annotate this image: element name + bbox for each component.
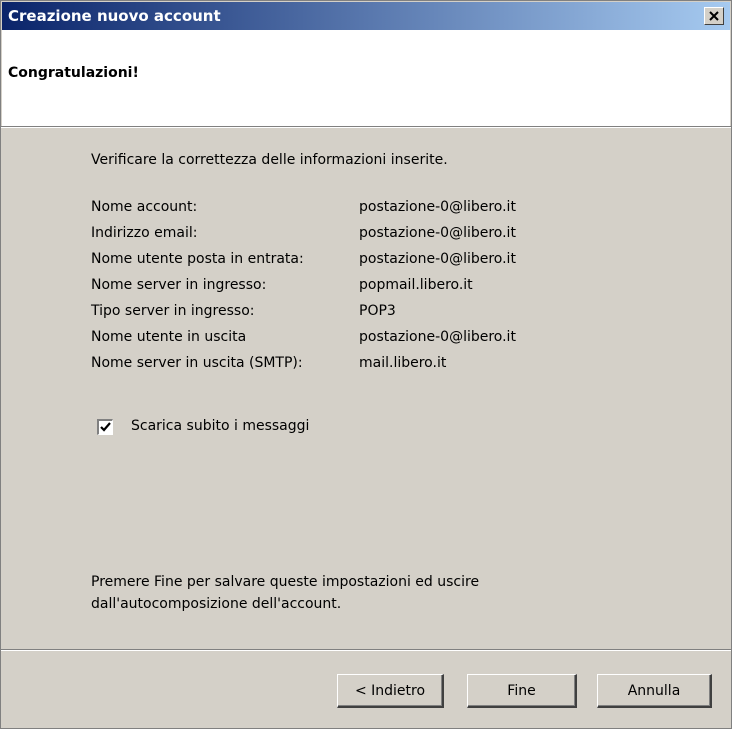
close-button[interactable] <box>704 7 724 25</box>
info-label: Indirizzo email: <box>91 225 198 241</box>
title-bar[interactable]: Creazione nuovo account <box>2 2 730 30</box>
info-value: mail.libero.it <box>359 355 447 371</box>
close-icon <box>709 11 719 21</box>
intro-text: Verificare la correttezza delle informaz… <box>91 152 448 168</box>
info-label: Nome server in ingresso: <box>91 277 267 293</box>
info-label: Tipo server in ingresso: <box>91 303 255 319</box>
header-divider-highlight <box>1 127 731 128</box>
info-value: postazione-0@libero.it <box>359 251 516 267</box>
download-messages-label[interactable]: Scarica subito i messaggi <box>131 418 309 434</box>
cancel-button[interactable]: Annulla <box>597 674 712 708</box>
info-label: Nome utente posta in entrata: <box>91 251 304 267</box>
download-messages-checkbox[interactable] <box>97 419 113 435</box>
new-account-dialog: Creazione nuovo account Congratulazioni!… <box>0 0 732 729</box>
checkmark-icon <box>100 422 111 432</box>
info-value: postazione-0@libero.it <box>359 199 516 215</box>
wizard-header: Congratulazioni! <box>2 30 730 126</box>
info-value: POP3 <box>359 303 396 319</box>
info-value: postazione-0@libero.it <box>359 329 516 345</box>
info-label: Nome server in uscita (SMTP): <box>91 355 303 371</box>
footer-divider-highlight <box>1 650 731 651</box>
info-label: Nome utente in uscita <box>91 329 247 345</box>
info-value: popmail.libero.it <box>359 277 473 293</box>
finish-button[interactable]: Fine <box>467 674 577 708</box>
info-value: postazione-0@libero.it <box>359 225 516 241</box>
page-title: Congratulazioni! <box>8 65 139 81</box>
window-title: Creazione nuovo account <box>8 7 221 25</box>
instructions-text: Premere Fine per salvare queste impostaz… <box>91 574 480 612</box>
info-label: Nome account: <box>91 199 198 215</box>
back-button[interactable]: < Indietro <box>337 674 444 708</box>
